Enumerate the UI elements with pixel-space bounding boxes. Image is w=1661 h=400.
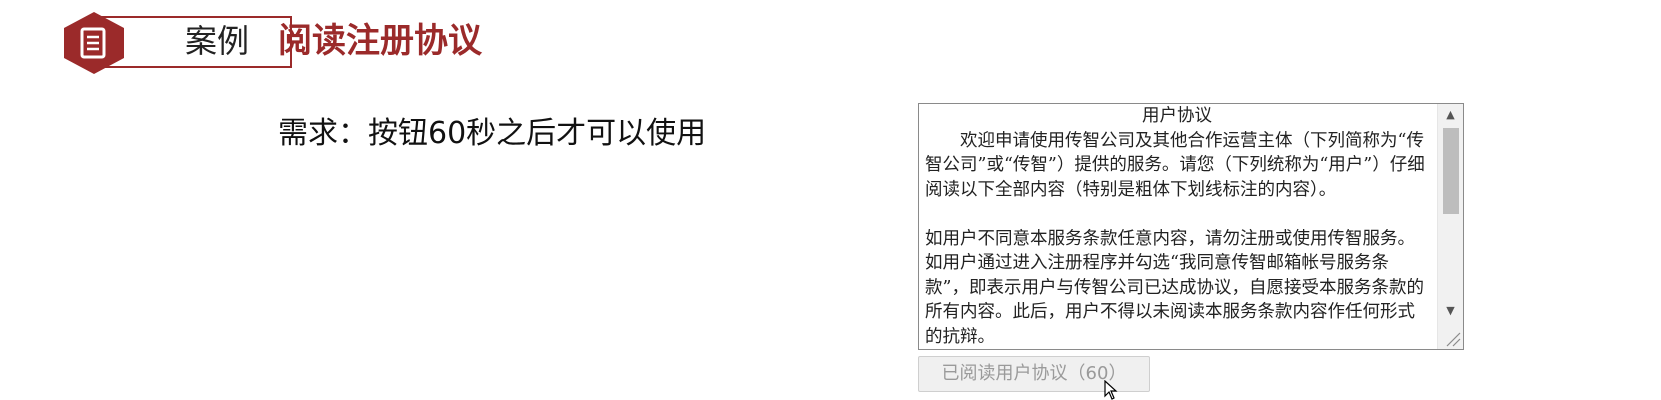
scroll-thumb[interactable] [1443, 128, 1459, 214]
mouse-cursor-icon [1104, 380, 1118, 400]
agreement-paragraph-2: 如用户不同意本服务条款任意内容，请勿注册或使用传智服务。如用户通过进入注册程序并… [925, 228, 1424, 347]
scroll-down-arrow-icon[interactable]: ▼ [1438, 300, 1463, 322]
document-icon [64, 12, 124, 74]
case-badge: 案例 [60, 10, 292, 74]
scroll-up-arrow-icon[interactable]: ▲ [1438, 104, 1463, 126]
page-title: 阅读注册协议 [278, 21, 482, 61]
agreement-content: 用户协议 欢迎申请使用传智公司及其他合作运营主体（下列简称为“传智公司”或“传智… [919, 104, 1437, 349]
requirement-text: 需求：按钮60秒之后才可以使用 [278, 116, 707, 151]
agreement-paragraph-1: 欢迎申请使用传智公司及其他合作运营主体（下列简称为“传智公司”或“传智”）提供的… [925, 130, 1425, 200]
agreement-textarea[interactable]: 用户协议 欢迎申请使用传智公司及其他合作运营主体（下列简称为“传智公司”或“传智… [918, 103, 1464, 350]
resize-grip-icon[interactable] [1438, 325, 1463, 349]
case-badge-label: 案例 [184, 22, 249, 60]
agreement-scrollbar[interactable]: ▲ ▼ [1437, 104, 1463, 349]
agreement-title: 用户协议 [1142, 106, 1212, 126]
